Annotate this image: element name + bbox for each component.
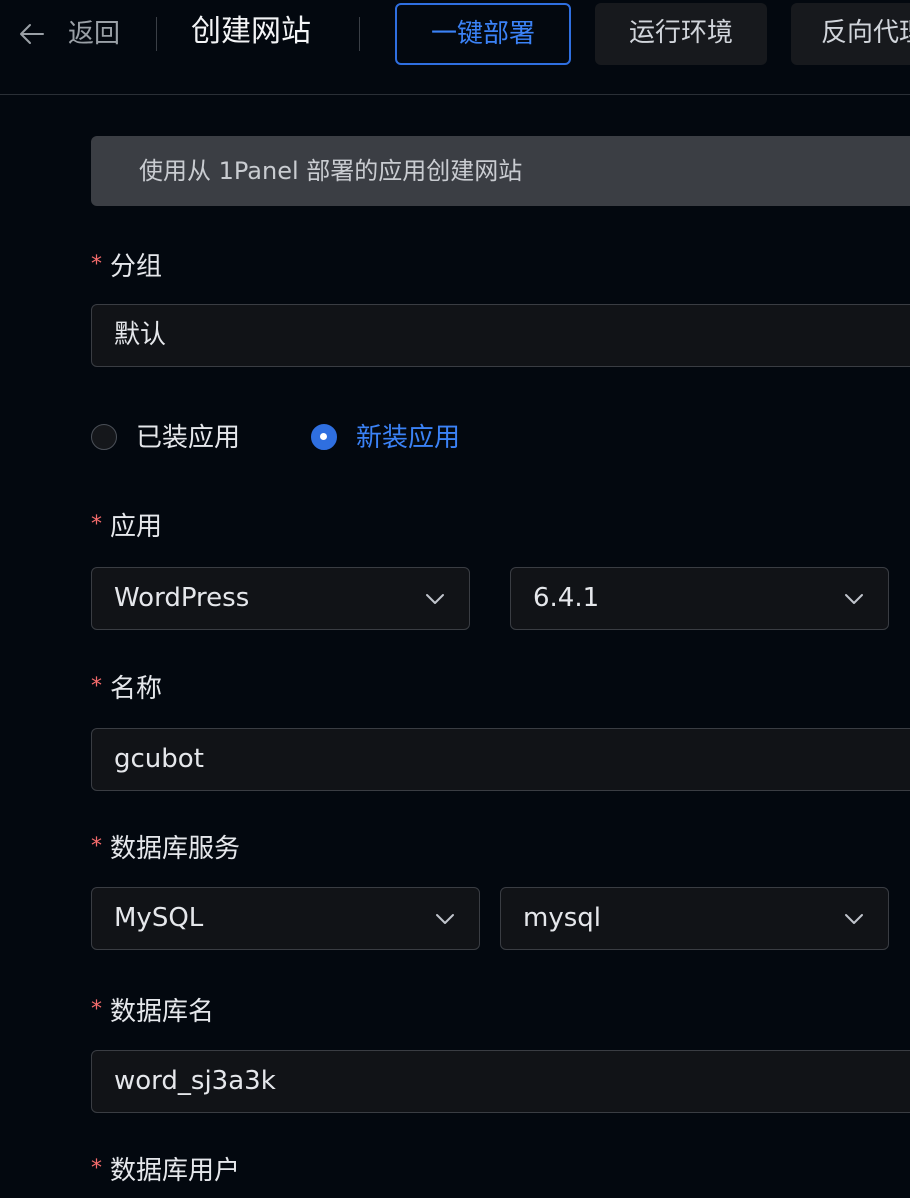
header: 返回 创建网站 一键部署 运行环境 反向代理 — [0, 0, 910, 95]
required-mark: * — [91, 997, 102, 1022]
radio-circle[interactable] — [91, 424, 117, 450]
db-name-input[interactable]: word_sj3a3k — [91, 1050, 910, 1113]
db-type-select[interactable]: MySQL — [91, 887, 480, 950]
radio-circle-selected[interactable] — [311, 424, 337, 450]
page-title: 创建网站 — [191, 14, 311, 49]
version-select[interactable]: 6.4.1 — [510, 567, 889, 630]
db-service-label: * 数据库服务 — [91, 834, 241, 864]
app-select-value: WordPress — [114, 583, 250, 613]
back-button[interactable]: 返回 — [68, 16, 120, 52]
chevron-down-icon — [436, 914, 454, 924]
radio-new-app[interactable]: 新装应用 — [311, 420, 511, 456]
db-name-label: * 数据库名 — [91, 997, 215, 1027]
required-mark: * — [91, 252, 102, 277]
name-input[interactable]: gcubot — [91, 728, 910, 791]
db-user-label: * 数据库用户 — [91, 1156, 241, 1186]
required-mark: * — [91, 674, 102, 699]
radio-installed-app[interactable]: 已装应用 — [91, 420, 291, 456]
create-website-page: 返回 创建网站 一键部署 运行环境 反向代理 使用从 1Panel 部署的应用创… — [0, 0, 910, 1198]
radio-label: 新装应用 — [356, 423, 461, 453]
divider — [156, 17, 157, 51]
tab-one-click-deploy[interactable]: 一键部署 — [395, 3, 571, 65]
version-select-value: 6.4.1 — [533, 583, 600, 613]
group-label: * 分组 — [91, 252, 163, 282]
db-instance-select[interactable]: mysql — [500, 887, 889, 950]
app-label: * 应用 — [91, 512, 163, 542]
chevron-down-icon — [845, 594, 863, 604]
info-banner: 使用从 1Panel 部署的应用创建网站 — [91, 136, 910, 206]
divider — [359, 17, 360, 51]
group-select[interactable]: 默认 — [91, 304, 910, 367]
radio-label: 已装应用 — [136, 423, 241, 453]
arrow-left-icon[interactable] — [18, 20, 46, 48]
required-mark: * — [91, 1156, 102, 1181]
db-type-value: MySQL — [114, 903, 204, 933]
app-select[interactable]: WordPress — [91, 567, 470, 630]
chevron-down-icon — [426, 594, 444, 604]
required-mark: * — [91, 834, 102, 859]
chevron-down-icon — [845, 914, 863, 924]
tab-reverse-proxy[interactable]: 反向代理 — [791, 3, 910, 65]
db-instance-value: mysql — [523, 903, 601, 933]
name-label: * 名称 — [91, 674, 163, 704]
required-mark: * — [91, 512, 102, 537]
tab-runtime[interactable]: 运行环境 — [595, 3, 767, 65]
